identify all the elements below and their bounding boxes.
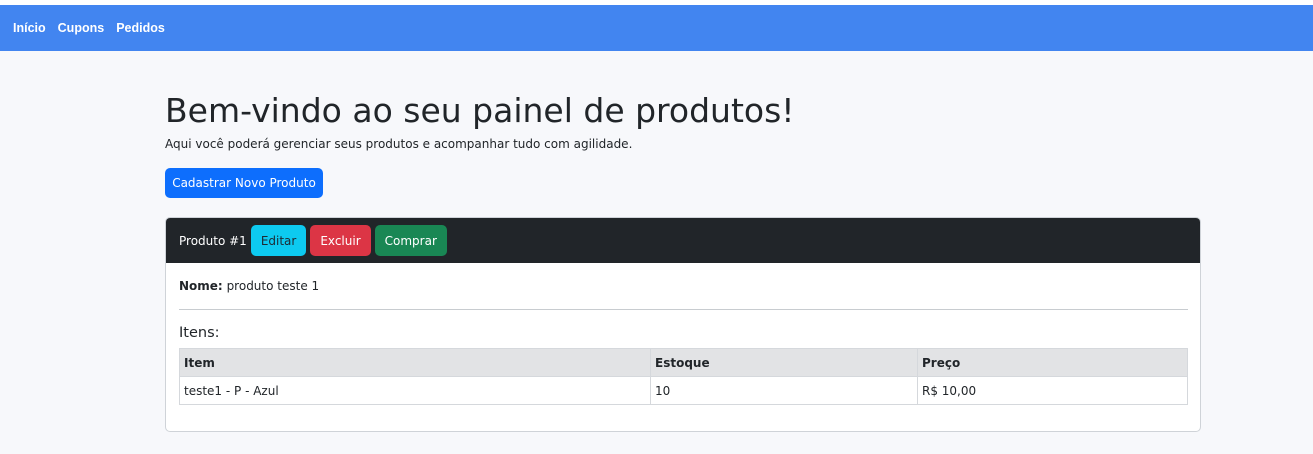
page-title: Bem-vindo ao seu painel de produtos! bbox=[165, 91, 795, 130]
items-heading: Itens: bbox=[179, 325, 220, 341]
product-card-header: Produto #1 Editar Excluir Comprar bbox=[166, 218, 1200, 263]
table-row: teste1 - P - Azul 10 R$ 10,00 bbox=[179, 376, 1188, 405]
product-name-line: Nome: produto teste 1 bbox=[179, 279, 319, 293]
cell-preco: R$ 10,00 bbox=[917, 376, 1188, 405]
column-header-item: Item bbox=[179, 348, 651, 377]
column-header-preco: Preço bbox=[917, 348, 1188, 377]
nav-link-inicio[interactable]: Início bbox=[13, 21, 46, 35]
new-product-button[interactable]: Cadastrar Novo Produto bbox=[165, 168, 323, 198]
delete-button[interactable]: Excluir bbox=[310, 225, 371, 256]
edit-button[interactable]: Editar bbox=[250, 225, 307, 256]
items-table: Item Estoque Preço teste1 - P - Azul 10 … bbox=[179, 348, 1188, 405]
buy-button[interactable]: Comprar bbox=[374, 225, 447, 256]
product-name-value: produto teste 1 bbox=[226, 279, 320, 293]
product-title: Produto #1 bbox=[179, 233, 247, 248]
navbar: Início Cupons Pedidos bbox=[0, 5, 1313, 51]
product-name-label: Nome: bbox=[179, 279, 223, 293]
cell-estoque: 10 bbox=[650, 376, 918, 405]
table-header-row: Item Estoque Preço bbox=[179, 348, 1188, 377]
page-subtitle: Aqui você poderá gerenciar seus produtos… bbox=[165, 137, 633, 151]
product-card: Produto #1 Editar Excluir Comprar Nome: … bbox=[165, 217, 1201, 432]
column-header-estoque: Estoque bbox=[650, 348, 918, 377]
nav-link-cupons[interactable]: Cupons bbox=[58, 21, 105, 35]
divider bbox=[179, 309, 1188, 310]
nav-link-pedidos[interactable]: Pedidos bbox=[116, 21, 165, 35]
cell-item: teste1 - P - Azul bbox=[179, 376, 651, 405]
